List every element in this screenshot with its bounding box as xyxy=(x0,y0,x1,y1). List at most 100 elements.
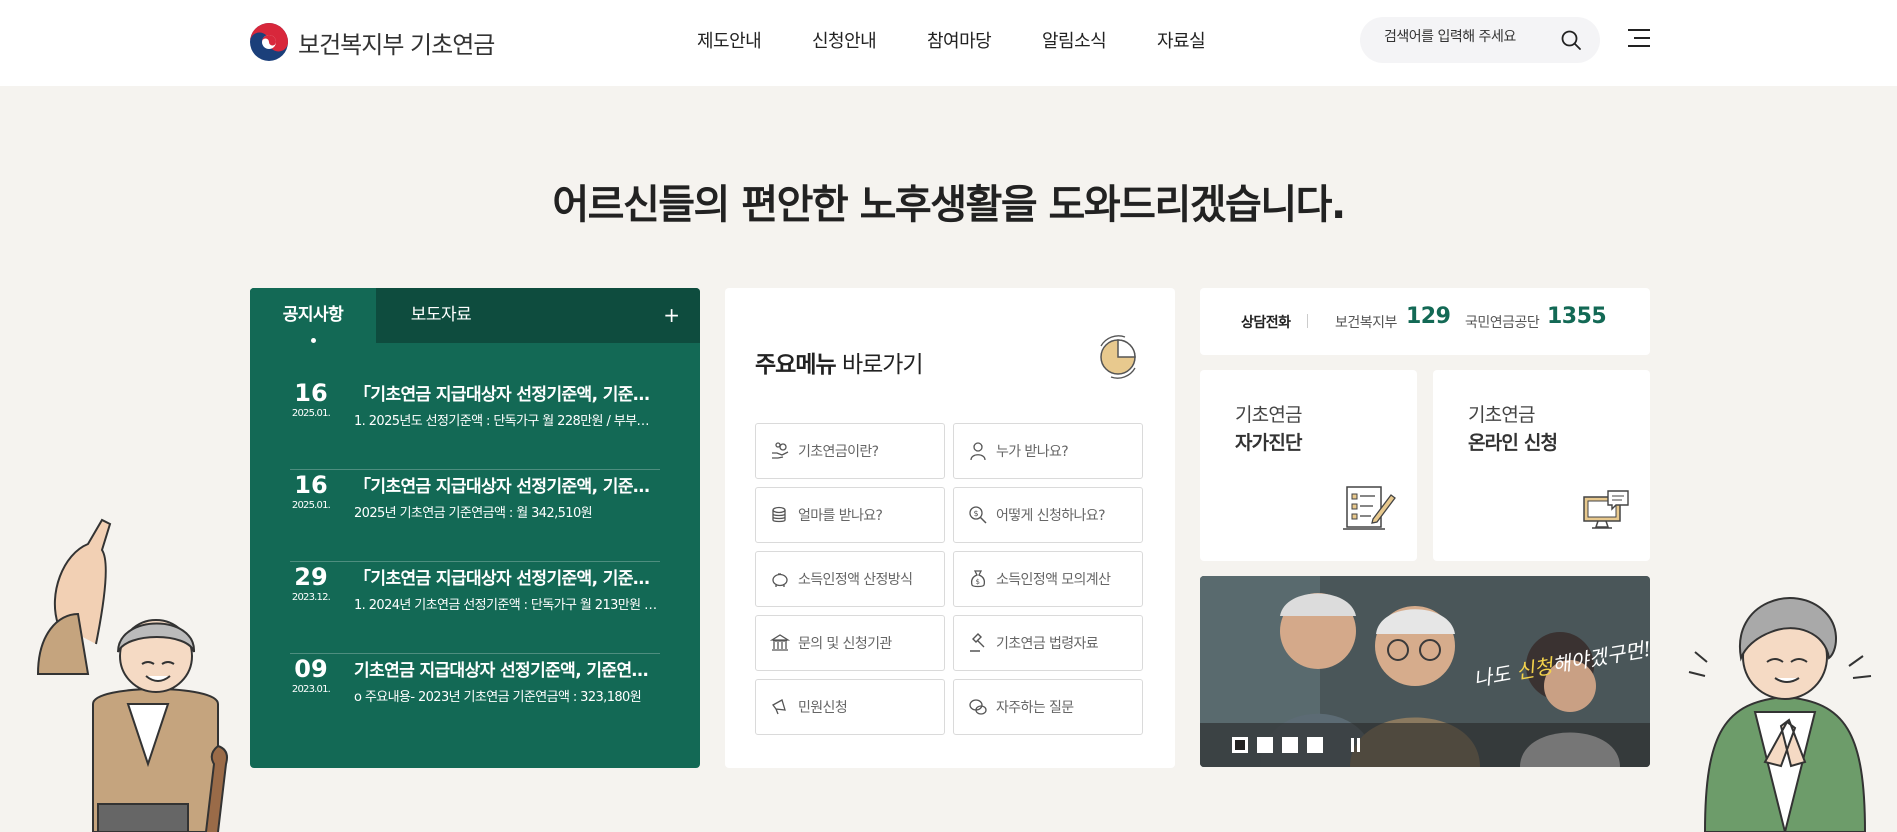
slide-dot-1[interactable] xyxy=(1232,737,1248,753)
nav-item-participation[interactable]: 참여마당 xyxy=(927,27,1042,53)
site-header: 보건복지부 기초연금 제도안내 신청안내 참여마당 알림소식 자료실 xyxy=(0,0,1897,86)
pause-icon[interactable] xyxy=(1350,738,1362,752)
notice-desc: 2025년 기초연금 기준연금액 : 월 342,510원 xyxy=(354,506,593,521)
notice-day: 16 xyxy=(294,379,328,407)
svg-text:$: $ xyxy=(974,509,979,518)
money-bag-icon: $ xyxy=(971,570,985,588)
promo-banner[interactable]: 나도 신청해야겠구먼! xyxy=(1200,576,1650,767)
quick-item-civil[interactable]: 민원신청 xyxy=(755,679,945,735)
quick-item-what-is[interactable]: 기초연금이란? xyxy=(755,423,945,479)
quick-item-label: 얼마를 받나요? xyxy=(798,508,883,524)
card-line2: 자가진단 xyxy=(1235,432,1303,454)
notice-year-month: 2023.01. xyxy=(291,684,331,695)
quick-item-label: 어떻게 신청하나요? xyxy=(996,508,1106,524)
notice-date: 09 2023.01. xyxy=(290,654,332,695)
notice-title[interactable]: 「기초연금 지급대상자 선정기준액, 기준연금액」 고시 xyxy=(354,380,660,405)
quick-item-income-method[interactable]: 소득인정액 산정방식 xyxy=(755,551,945,607)
notice-item[interactable]: 16 2025.01. 「기초연금 지급대상자 선정기준액, 기준연금액」 고시… xyxy=(290,378,660,470)
notice-title[interactable]: 「기초연금 지급대상자 선정기준액, 기준연금액」 고시 xyxy=(354,472,660,497)
quick-item-label: 기초연금 법령자료 xyxy=(996,636,1099,652)
quick-item-label: 기초연금이란? xyxy=(798,444,879,460)
online-apply-card[interactable]: 기초연금 온라인 신청 xyxy=(1433,370,1650,561)
computer-icon xyxy=(1583,490,1629,529)
consult-phone-box: 상담전화 보건복지부 129 국민연금공단 1355 xyxy=(1200,288,1650,355)
notice-title[interactable]: 「기초연금 지급대상자 선정기준액, 기준연금액」 고시 xyxy=(354,564,660,589)
main-nav: 제도안내 신청안내 참여마당 알림소식 자료실 xyxy=(697,27,1217,53)
nav-item-system[interactable]: 제도안내 xyxy=(697,27,812,53)
banner-controls xyxy=(1200,723,1650,767)
search-box xyxy=(1360,17,1600,63)
phone-org-mohw: 보건복지부 xyxy=(1335,315,1397,331)
notice-year-month: 2025.01. xyxy=(291,408,331,419)
quick-item-inquiry[interactable]: 문의 및 신청기관 xyxy=(755,615,945,671)
person-icon xyxy=(970,442,986,461)
quick-item-law[interactable]: 기초연금 법령자료 xyxy=(953,615,1143,671)
piggy-bank-icon xyxy=(772,573,788,587)
quick-item-label: 누가 받나요? xyxy=(996,444,1069,460)
quick-item-how-much[interactable]: 얼마를 받나요? xyxy=(755,487,945,543)
money-search-icon: $ xyxy=(969,506,987,524)
site-logo[interactable]: 보건복지부 기초연금 xyxy=(249,22,495,62)
notice-desc: 1. 2025년도 선정기준액 : 단독가구 월 228만원 / 부부가구 월 … xyxy=(354,414,660,429)
quick-item-income-calc[interactable]: $ 소득인정액 모의계산 xyxy=(953,551,1143,607)
more-plus-icon[interactable]: + xyxy=(663,303,680,327)
quick-menu-grid: 기초연금이란? 누가 받나요? 얼마를 받나요? $ 어떻게 신청하나요? 소득… xyxy=(755,423,1147,735)
phone-org-nps: 국민연금공단 xyxy=(1465,315,1540,331)
search-icon[interactable] xyxy=(1560,29,1582,51)
notice-year-month: 2025.01. xyxy=(291,500,331,511)
notice-desc: o 주요내용- 2023년 기초연금 기준연금액 : 323,180원 xyxy=(354,690,642,705)
checklist-icon xyxy=(1343,486,1396,530)
phone-divider xyxy=(1307,314,1308,328)
coins-hand-icon xyxy=(772,442,789,459)
phone-label: 상담전화 xyxy=(1241,315,1291,331)
quick-title-rest: 바로가기 xyxy=(835,352,924,378)
quick-item-how-apply[interactable]: $ 어떻게 신청하나요? xyxy=(953,487,1143,543)
notice-year-month: 2023.12. xyxy=(291,592,331,603)
headline-bold: 편안한 노후생활 xyxy=(741,182,1002,228)
notice-day: 16 xyxy=(294,471,328,499)
nav-item-news[interactable]: 알림소식 xyxy=(1042,27,1157,53)
notice-date: 16 2025.01. xyxy=(290,470,332,511)
notice-item[interactable]: 16 2025.01. 「기초연금 지급대상자 선정기준액, 기준연금액」 고시… xyxy=(290,470,660,562)
quick-item-label: 소득인정액 산정방식 xyxy=(798,572,913,588)
pie-chart-icon xyxy=(1100,335,1136,379)
notice-item[interactable]: 09 2023.01. 기초연금 지급대상자 선정기준액, 기준연금액 고시 o… xyxy=(290,654,660,746)
elderly-woman-clapping-illustration xyxy=(1688,597,1872,832)
quick-item-label: 문의 및 신청기관 xyxy=(798,636,892,652)
notice-item[interactable]: 29 2023.12. 「기초연금 지급대상자 선정기준액, 기준연금액」 고시… xyxy=(290,562,660,654)
banner-text-em: 신청 xyxy=(1514,653,1555,684)
quick-title-bold: 주요메뉴 xyxy=(755,352,837,378)
card-line1: 기초연금 xyxy=(1235,404,1303,426)
notice-date: 29 2023.12. xyxy=(290,562,332,603)
search-input[interactable] xyxy=(1384,29,1544,45)
quick-item-label: 자주하는 질문 xyxy=(996,700,1074,716)
phone-number-mohw[interactable]: 129 xyxy=(1406,304,1451,329)
notice-title[interactable]: 기초연금 지급대상자 선정기준액, 기준연금액 고시 xyxy=(354,656,660,681)
hamburger-menu-icon[interactable] xyxy=(1628,29,1650,47)
headline-pre: 어르신들의 xyxy=(552,182,742,228)
phone-number-nps[interactable]: 1355 xyxy=(1547,304,1607,329)
quick-item-label: 민원신청 xyxy=(798,700,848,716)
elderly-man-waving-illustration xyxy=(36,518,228,832)
self-diagnosis-card[interactable]: 기초연금 자가진단 xyxy=(1200,370,1417,561)
nav-item-apply[interactable]: 신청안내 xyxy=(812,27,927,53)
notice-panel: 공지사항 보도자료 + 16 2025.01. 「기초연금 지급대상자 선정기준… xyxy=(250,288,700,768)
notice-date: 16 2025.01. xyxy=(290,378,332,419)
slide-dot-3[interactable] xyxy=(1282,737,1298,753)
card-line2: 온라인 신청 xyxy=(1468,432,1558,454)
headline-post: 을 도와드리겠습니다. xyxy=(1000,182,1346,228)
tab-notice[interactable]: 공지사항 xyxy=(250,288,376,343)
quick-item-who[interactable]: 누가 받나요? xyxy=(953,423,1143,479)
nav-item-archive[interactable]: 자료실 xyxy=(1157,27,1217,53)
slide-dot-2[interactable] xyxy=(1257,737,1273,753)
quick-item-label: 소득인정액 모의계산 xyxy=(996,572,1111,588)
quick-item-faq[interactable]: 자주하는 질문 xyxy=(953,679,1143,735)
svg-text:$: $ xyxy=(976,578,980,586)
coin-stack-icon xyxy=(772,506,786,523)
notice-day: 29 xyxy=(294,563,328,591)
slide-dot-4[interactable] xyxy=(1307,737,1323,753)
tab-press[interactable]: 보도자료 xyxy=(376,288,506,343)
quick-menu-title: 주요메뉴 바로가기 xyxy=(755,345,924,379)
notice-day: 09 xyxy=(294,655,328,683)
card-line1: 기초연금 xyxy=(1468,404,1536,426)
